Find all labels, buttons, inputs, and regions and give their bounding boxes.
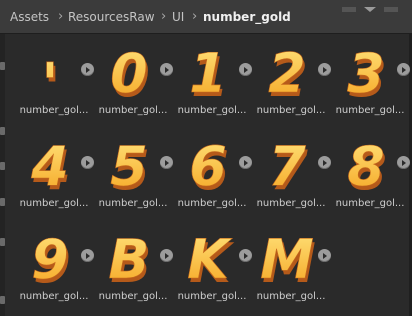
asset-tile[interactable]: ' ' number_gol...	[20, 38, 96, 128]
asset-name-label: number_gol...	[98, 105, 168, 116]
breadcrumb-item-assets[interactable]: Assets	[10, 10, 49, 24]
asset-tile[interactable]: 6 6 number_gol...	[178, 131, 254, 221]
play-icon[interactable]	[239, 156, 252, 169]
asset-tile[interactable]: 5 5 number_gol...	[99, 131, 175, 221]
gold-glyph-sprite[interactable]: BB	[99, 224, 159, 288]
toolbar-icons	[342, 0, 398, 12]
asset-tile[interactable]: 0 0 number_gol...	[99, 38, 175, 128]
asset-name-label: number_gol...	[256, 198, 326, 209]
asset-name-label: number_gol...	[335, 198, 405, 209]
play-icon[interactable]	[239, 249, 252, 262]
asset-tile[interactable]: 8 8 number_gol...	[336, 131, 412, 221]
breadcrumb-separator: ›	[58, 9, 64, 24]
play-icon[interactable]	[397, 156, 410, 169]
play-icon[interactable]	[318, 63, 331, 76]
asset-name-label: number_gol...	[98, 291, 168, 302]
asset-tile[interactable]: 3 3 number_gol...	[336, 38, 412, 128]
play-icon[interactable]	[239, 63, 252, 76]
asset-name-label: number_gol...	[177, 105, 247, 116]
gold-glyph-sprite[interactable]: 44	[20, 131, 80, 195]
svg-text:7: 7	[268, 135, 306, 195]
asset-name-label: number_gol...	[19, 198, 89, 209]
asset-name-label: number_gol...	[19, 291, 89, 302]
play-icon[interactable]	[318, 156, 331, 169]
gold-glyph-sprite[interactable]: MM	[257, 224, 317, 288]
breadcrumb-separator: ›	[192, 9, 198, 24]
play-icon[interactable]	[81, 63, 94, 76]
svg-text:': '	[41, 50, 59, 102]
asset-tile[interactable]: M M number_gol...	[257, 224, 333, 314]
gold-glyph-sprite[interactable]: 77	[257, 131, 317, 195]
left-panel-edge	[0, 34, 5, 316]
play-icon[interactable]	[397, 63, 410, 76]
asset-tile[interactable]: 7 7 number_gol...	[257, 131, 333, 221]
gold-glyph-sprite[interactable]: 11	[178, 38, 238, 102]
gold-glyph-sprite[interactable]: 55	[99, 131, 159, 195]
play-icon[interactable]	[81, 156, 94, 169]
asset-name-label: number_gol...	[177, 291, 247, 302]
asset-name-label: number_gol...	[256, 291, 326, 302]
asset-tile[interactable]: 1 1 number_gol...	[178, 38, 254, 128]
breadcrumb-current-folder: number_gold	[203, 10, 291, 24]
breadcrumb-item-resourcesraw[interactable]: ResourcesRaw	[68, 10, 155, 24]
breadcrumb: Assets › ResourcesRaw › UI › number_gold	[0, 0, 412, 34]
play-icon[interactable]	[160, 156, 173, 169]
asset-tile[interactable]: 2 2 number_gol...	[257, 38, 333, 128]
svg-text:1: 1	[189, 42, 227, 102]
gold-glyph-sprite[interactable]: 33	[336, 38, 396, 102]
svg-text:0: 0	[110, 42, 148, 102]
asset-name-label: number_gol...	[19, 105, 89, 116]
svg-text:M: M	[260, 228, 314, 288]
svg-text:2: 2	[268, 42, 306, 102]
svg-text:9: 9	[31, 228, 69, 288]
breadcrumb-separator: ›	[161, 9, 167, 24]
asset-name-label: number_gol...	[177, 198, 247, 209]
gold-glyph-sprite[interactable]: 22	[257, 38, 317, 102]
asset-name-label: number_gol...	[256, 105, 326, 116]
asset-tile[interactable]: 9 9 number_gol...	[20, 224, 96, 314]
asset-tile[interactable]: 4 4 number_gol...	[20, 131, 96, 221]
svg-text:6: 6	[189, 135, 227, 195]
asset-name-label: number_gol...	[335, 105, 405, 116]
svg-text:5: 5	[110, 135, 148, 195]
gold-glyph-sprite[interactable]: 00	[99, 38, 159, 102]
breadcrumb-item-ui[interactable]: UI	[172, 10, 184, 24]
svg-text:3: 3	[347, 42, 385, 102]
asset-tile[interactable]: K K number_gol...	[178, 224, 254, 314]
play-icon[interactable]	[160, 63, 173, 76]
gold-glyph-sprite[interactable]: 99	[20, 224, 80, 288]
svg-text:8: 8	[347, 135, 385, 195]
play-icon[interactable]	[81, 249, 94, 262]
play-icon[interactable]	[318, 249, 331, 262]
asset-name-label: number_gol...	[98, 198, 168, 209]
asset-tile[interactable]: B B number_gol...	[99, 224, 175, 314]
gold-glyph-sprite[interactable]: ' '	[20, 38, 80, 102]
gold-glyph-sprite[interactable]: 88	[336, 131, 396, 195]
svg-text:K: K	[187, 228, 233, 288]
play-icon[interactable]	[160, 249, 173, 262]
gold-glyph-sprite[interactable]: KK	[178, 224, 238, 288]
gold-glyph-sprite[interactable]: 66	[178, 131, 238, 195]
svg-text:4: 4	[30, 135, 69, 195]
svg-text:B: B	[108, 228, 149, 288]
